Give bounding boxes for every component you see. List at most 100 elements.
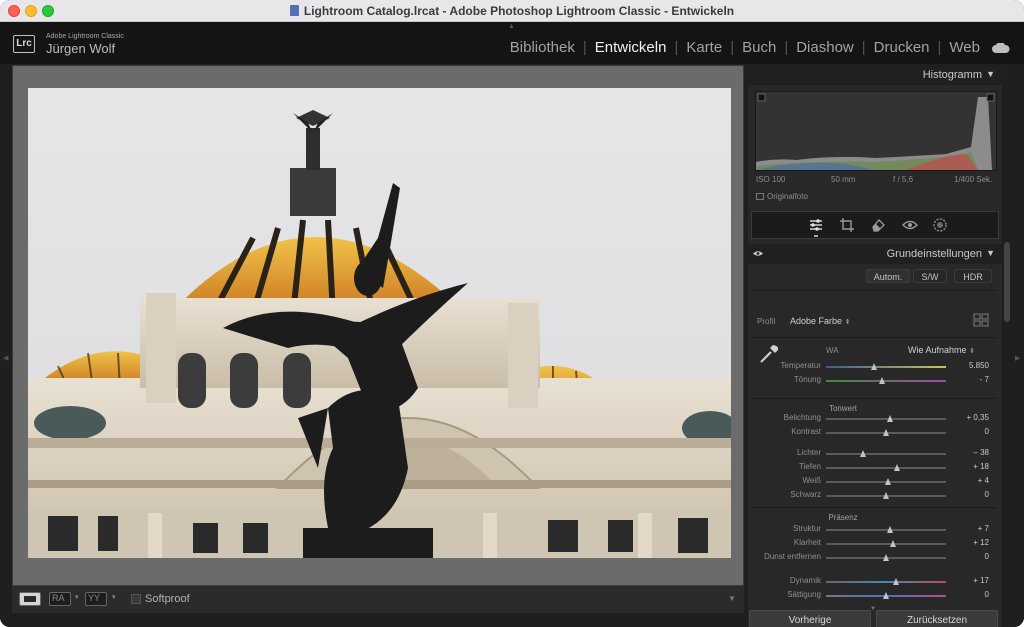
- loupe-view-button[interactable]: [19, 592, 41, 606]
- eraser-icon[interactable]: [870, 217, 886, 233]
- histogram[interactable]: [755, 91, 997, 171]
- slider-label-kontrast: Kontrast: [791, 427, 821, 436]
- module-diashow[interactable]: Diashow: [788, 39, 862, 56]
- before-after-dropdown-icon[interactable]: ▾: [75, 593, 79, 601]
- slider-thumb-temperatur[interactable]: [871, 363, 877, 370]
- slider-thumb-schwarz[interactable]: [883, 492, 889, 499]
- compare-dropdown-icon[interactable]: ▾: [112, 593, 116, 601]
- profile-dropdown[interactable]: Adobe Farbe ⬍: [790, 316, 850, 326]
- slider-tonung[interactable]: [826, 377, 946, 384]
- original-photo-icon: [756, 193, 764, 200]
- right-panel-edge[interactable]: ▶: [1012, 64, 1024, 627]
- slider-thumb-saettigung[interactable]: [883, 592, 889, 599]
- slider-thumb-struktur[interactable]: [886, 526, 893, 533]
- app-window: Lightroom Catalog.lrcat - Adobe Photosho…: [0, 0, 1024, 627]
- basic-collapse-triangle-icon[interactable]: ▼: [986, 248, 995, 258]
- slider-klarheit[interactable]: [826, 540, 946, 547]
- slider-value-dynamik[interactable]: + 17: [959, 576, 989, 585]
- image-view[interactable]: [12, 65, 744, 613]
- document-icon: [289, 5, 299, 16]
- compare-view-button[interactable]: YY: [85, 592, 107, 606]
- module-buch[interactable]: Buch: [734, 39, 784, 56]
- slider-thumb-tonung[interactable]: [879, 377, 886, 384]
- collapse-triangle-icon[interactable]: ▼: [986, 69, 995, 79]
- toolbar-content-dropdown-icon[interactable]: ▼: [728, 594, 736, 603]
- sliders-icon[interactable]: [808, 217, 824, 233]
- slider-saettigung[interactable]: [826, 592, 946, 599]
- slider-value-struktur[interactable]: + 7: [959, 524, 989, 533]
- slider-label-dunst: Dunst entfernen: [764, 552, 821, 561]
- module-bibliothek[interactable]: Bibliothek: [502, 39, 583, 56]
- slider-value-weiss[interactable]: + 4: [959, 476, 989, 485]
- slider-label-dynamik: Dynamik: [789, 576, 821, 585]
- slider-dynamik[interactable]: [826, 578, 946, 585]
- slider-thumb-dynamik[interactable]: [892, 578, 899, 585]
- slider-value-klarheit[interactable]: + 12: [959, 538, 989, 547]
- slider-thumb-kontrast[interactable]: [883, 429, 889, 436]
- slider-weiss[interactable]: [826, 478, 946, 485]
- slider-value-tonung[interactable]: - 7: [959, 375, 989, 384]
- module-entwickeln[interactable]: Entwickeln: [587, 39, 675, 56]
- hdr-button[interactable]: HDR: [954, 269, 992, 283]
- slider-struktur[interactable]: [826, 526, 946, 533]
- reset-button[interactable]: Zurücksetzen: [876, 610, 998, 627]
- slider-lichter[interactable]: [826, 450, 946, 457]
- slider-dunst[interactable]: [826, 554, 946, 561]
- slider-belichtung[interactable]: [826, 415, 946, 422]
- slider-label-tonung: Tönung: [793, 375, 821, 384]
- profile-browser-grid-icon[interactable]: [973, 313, 989, 327]
- slider-thumb-klarheit[interactable]: [890, 540, 897, 547]
- photo-palacio-bellas-artes[interactable]: [28, 88, 731, 558]
- left-panel-collapsed[interactable]: ◀: [0, 64, 12, 627]
- slider-schwarz[interactable]: [826, 492, 946, 499]
- before-after-button[interactable]: RA: [49, 592, 71, 606]
- bw-button[interactable]: S/W: [913, 269, 947, 283]
- slider-value-kontrast[interactable]: 0: [959, 427, 989, 436]
- slider-thumb-dunst[interactable]: [883, 554, 889, 561]
- right-panel-toggle-icon[interactable]: ▶: [1015, 354, 1020, 362]
- photo-content: [28, 88, 731, 558]
- redeye-icon[interactable]: [902, 217, 918, 233]
- slider-value-saettigung[interactable]: 0: [959, 590, 989, 599]
- cloud-icon[interactable]: [992, 42, 1010, 53]
- slider-tiefen[interactable]: [826, 464, 946, 471]
- slider-label-tiefen: Tiefen: [799, 462, 821, 471]
- user-name: Jürgen Wolf: [46, 41, 116, 56]
- previous-button[interactable]: Vorherige: [749, 610, 871, 627]
- basic-panel-header[interactable]: Grundeinstellungen ▼: [748, 244, 1002, 264]
- slider-value-temperatur[interactable]: 5.850: [959, 361, 989, 370]
- profile-label: Profil: [757, 317, 776, 326]
- slider-temperatur[interactable]: [826, 363, 946, 370]
- module-web[interactable]: Web: [941, 39, 988, 56]
- wb-dropdown[interactable]: Wie Aufnahme ⬍: [908, 345, 975, 355]
- top-panel-toggle-icon[interactable]: ▲: [508, 23, 515, 30]
- slider-value-tiefen[interactable]: + 18: [959, 462, 989, 471]
- shadow-clipping-icon[interactable]: [757, 93, 766, 102]
- slider-thumb-weiss[interactable]: [885, 478, 892, 485]
- left-panel-toggle-icon[interactable]: ◀: [3, 354, 8, 362]
- window-title: Lightroom Catalog.lrcat - Adobe Photosho…: [0, 4, 1024, 18]
- slider-value-belichtung[interactable]: + 0,35: [959, 413, 989, 422]
- softproof-checkbox[interactable]: [131, 594, 141, 604]
- mask-icon[interactable]: [932, 217, 948, 233]
- eye-icon[interactable]: [753, 250, 763, 257]
- slider-thumb-tiefen[interactable]: [893, 464, 900, 471]
- highlight-clipping-icon[interactable]: [986, 93, 995, 102]
- module-drucken[interactable]: Drucken: [866, 39, 938, 56]
- tool-strip: [751, 211, 999, 239]
- slider-thumb-lichter[interactable]: [860, 450, 867, 457]
- histogram-shutter: 1/400 Sek.: [954, 175, 993, 184]
- histogram-graph: [756, 93, 995, 170]
- slider-value-lichter[interactable]: – 38: [959, 448, 989, 457]
- slider-kontrast[interactable]: [826, 429, 946, 436]
- lightroom-app: Lrc Adobe Lightroom Classic Jürgen Wolf …: [0, 22, 1024, 627]
- slider-label-schwarz: Schwarz: [790, 490, 821, 499]
- slider-thumb-belichtung[interactable]: [886, 415, 893, 422]
- slider-value-schwarz[interactable]: 0: [959, 490, 989, 499]
- module-karte[interactable]: Karte: [678, 39, 730, 56]
- auto-button[interactable]: Autom.: [866, 269, 910, 283]
- right-panel-scrollbar[interactable]: [1004, 242, 1010, 322]
- crop-icon[interactable]: [839, 217, 855, 233]
- slider-value-dunst[interactable]: 0: [959, 552, 989, 561]
- histogram-header[interactable]: Histogramm ▼: [748, 65, 1002, 85]
